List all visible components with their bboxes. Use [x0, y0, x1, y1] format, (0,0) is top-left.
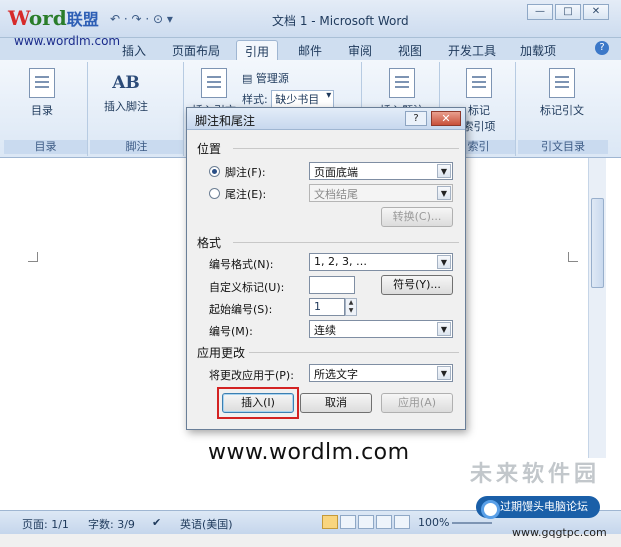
tab-mailings[interactable]: 邮件: [290, 40, 330, 60]
zoom-slider[interactable]: [452, 522, 492, 524]
scroll-thumb[interactable]: [591, 198, 604, 288]
proofing-icon[interactable]: ✔: [152, 516, 161, 529]
outline-view-icon[interactable]: [376, 515, 392, 529]
numbering-select[interactable]: 连续 ▼: [309, 320, 453, 338]
custom-mark-input[interactable]: [309, 276, 355, 294]
draft-view-icon[interactable]: [394, 515, 410, 529]
window-title: 文档 1 - Microsoft Word: [272, 14, 409, 28]
mark-entry-icon: [466, 68, 492, 98]
numbering-label: 编号(M):: [209, 325, 253, 338]
vertical-scrollbar[interactable]: [588, 158, 606, 458]
footnote-endnote-dialog: 脚注和尾注 ? ✕ 位置 脚注(F): 页面底端 ▼ 尾注(E): 文档结尾 ▼ 转…: [186, 107, 466, 430]
footnote-ab-icon: AB: [112, 73, 140, 93]
caption-icon: [389, 68, 415, 98]
chevron-down-icon: ▼: [437, 322, 451, 336]
chevron-down-icon: ▼: [437, 255, 451, 269]
tab-addins[interactable]: 加载项: [512, 40, 564, 60]
site-url: www.gqgtpc.com: [512, 526, 607, 539]
view-buttons: [322, 515, 412, 529]
tab-view[interactable]: 视图: [390, 40, 430, 60]
group-toc: 目录 目录: [4, 62, 88, 156]
minimize-button[interactable]: —: [527, 4, 553, 20]
style-selector[interactable]: 样式: 缺少书目: [242, 90, 335, 108]
quick-access-toolbar[interactable]: ↶ · ↷ · ⊙ ▾: [110, 12, 173, 26]
dialog-title: 脚注和尾注: [195, 114, 256, 128]
format-section: 格式: [197, 236, 460, 250]
footnote-label[interactable]: 脚注(F):: [225, 164, 266, 180]
page-count[interactable]: 页面: 1/1: [22, 516, 69, 532]
dialog-close-button[interactable]: ✕: [431, 111, 461, 126]
apply-button[interactable]: 应用(A): [381, 393, 453, 413]
margin-mark: [28, 252, 38, 262]
maximize-button[interactable]: □: [555, 4, 581, 20]
web-layout-view-icon[interactable]: [358, 515, 374, 529]
endnote-radio[interactable]: [209, 188, 220, 199]
margin-mark: [568, 252, 578, 262]
apply-changes-section: 应用更改: [197, 346, 460, 360]
endnote-label[interactable]: 尾注(E):: [225, 186, 266, 202]
tab-developer[interactable]: 开发工具: [440, 40, 504, 60]
full-screen-view-icon[interactable]: [340, 515, 356, 529]
tab-references[interactable]: 引用: [236, 40, 279, 60]
toc-icon: [29, 68, 55, 98]
help-icon[interactable]: ?: [595, 41, 609, 55]
mark-citation-button[interactable]: 标记引文: [532, 68, 592, 118]
chevron-down-icon: ▼: [437, 366, 451, 380]
location-section: 位置: [197, 142, 460, 156]
footnote-position-select[interactable]: 页面底端 ▼: [309, 162, 453, 180]
group-toa: 标记引文 引文目录: [518, 62, 608, 156]
insert-button[interactable]: 插入(I): [222, 393, 294, 413]
dialog-help-button[interactable]: ?: [405, 111, 427, 126]
apply-to-select[interactable]: 所选文字 ▼: [309, 364, 453, 382]
manage-sources-button[interactable]: ▤ 管理源: [242, 70, 289, 86]
close-window-button[interactable]: ✕: [583, 4, 609, 20]
symbol-button[interactable]: 符号(Y)...: [381, 275, 453, 295]
group-footnotes: AB 插入脚注 脚注: [90, 62, 184, 156]
watermark-text: 未来软件园: [470, 462, 601, 487]
chevron-down-icon: ▼: [437, 164, 451, 178]
tab-review[interactable]: 审阅: [340, 40, 380, 60]
document-text: www.wordlm.com: [208, 440, 410, 465]
zoom-level[interactable]: 100%: [418, 516, 449, 529]
footnote-radio[interactable]: [209, 166, 220, 177]
start-at-label: 起始编号(S):: [209, 303, 273, 316]
number-format-select[interactable]: 1, 2, 3, … ▼: [309, 253, 453, 271]
insert-footnote-button[interactable]: AB 插入脚注: [98, 68, 154, 114]
language-indicator[interactable]: 英语(美国): [180, 516, 233, 532]
forum-badge: 过期馒头电脑论坛: [476, 496, 600, 519]
custom-mark-label: 自定义标记(U):: [209, 281, 285, 294]
manage-sources-icon: ▤: [242, 72, 253, 85]
chevron-down-icon: ▼: [437, 186, 451, 200]
print-layout-view-icon[interactable]: [322, 515, 338, 529]
start-at-spinner[interactable]: ▲ ▼: [345, 298, 357, 316]
cancel-button[interactable]: 取消: [300, 393, 372, 413]
mark-citation-icon: [549, 68, 575, 98]
logo-url: www.wordlm.com: [14, 34, 121, 48]
convert-button[interactable]: 转换(C)...: [381, 207, 453, 227]
apply-to-label: 将更改应用于(P):: [209, 369, 294, 382]
start-at-input[interactable]: 1: [309, 298, 345, 316]
dialog-title-bar: 脚注和尾注 ? ✕: [187, 108, 465, 130]
number-format-label: 编号格式(N):: [209, 258, 274, 271]
toc-button[interactable]: 目录: [22, 68, 62, 118]
title-bar: Word联盟 ↶ · ↷ · ⊙ ▾ 文档 1 - Microsoft Word…: [0, 0, 621, 38]
wordlm-logo: Word联盟: [8, 6, 99, 30]
citation-icon: [201, 68, 227, 98]
word-count[interactable]: 字数: 3/9: [88, 516, 135, 532]
endnote-position-select[interactable]: 文档结尾 ▼: [309, 184, 453, 202]
tab-page-layout[interactable]: 页面布局: [164, 40, 228, 60]
